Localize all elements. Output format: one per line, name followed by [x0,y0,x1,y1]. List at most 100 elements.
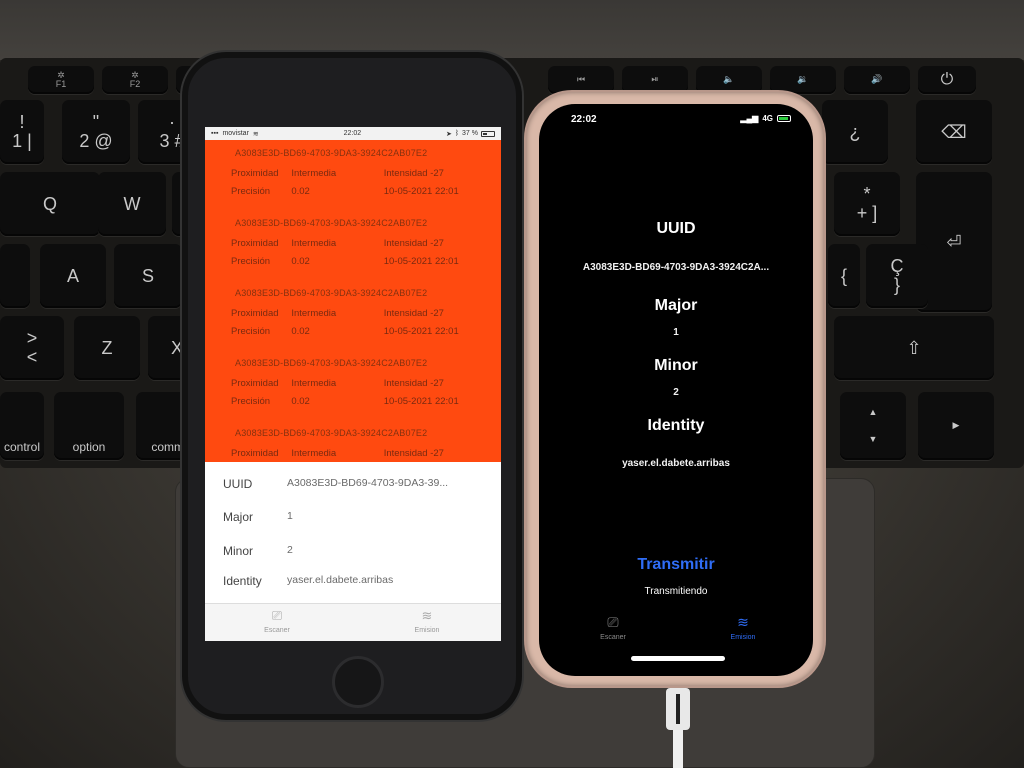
key-c-cedilla: Ç } [866,244,928,308]
tab-scanner-label: Escaner [264,627,290,634]
major-heading: Major [654,297,698,314]
tab-bar: ⎚ Escaner ≋ Emision [539,610,813,660]
uuid-row: UUID A3083E3D-BD69-4703-9DA3-39... [223,477,448,491]
tab-emission[interactable]: ≋ Emision [713,614,773,641]
proximity-value: Intermedia [291,168,337,179]
home-button[interactable] [332,656,384,708]
tab-scanner[interactable]: ⎚ Escaner [247,608,307,634]
wifi-icon: ≋ [737,614,749,630]
major-field[interactable]: 1 [287,510,293,524]
lightning-cable [666,688,690,768]
list-item[interactable]: A3083E3D-BD69-4703-9DA3-3924C2AB07E2 Pro… [205,210,501,280]
key-brace: { [828,244,860,308]
minor-label: Minor [223,544,254,558]
precision-label: Precisión [231,186,271,197]
tab-bar: ⎚ Escaner ≋ Emision [205,603,501,641]
precision-label: Precisión [231,396,271,407]
bluetooth-icon: ᛒ [454,130,460,137]
proximity-label: Proximidad [231,308,279,319]
beacon-uuid: A3083E3D-BD69-4703-9DA3-3924C2AB07E2 [235,358,428,368]
list-item[interactable]: A3083E3D-BD69-4703-9DA3-3924C2AB07E2 Pro… [205,140,501,210]
intensity-value: Intensidad -27 [383,308,444,319]
datetime-value: 10-05-2021 22:01 [383,256,459,267]
home-indicator [631,656,725,661]
uuid-field[interactable]: A3083E3D-BD69-4703-9DA3-39... [287,477,448,491]
identity-field[interactable]: yaser.el.dabete.arribas [287,574,393,588]
minor-row: Minor 2 [223,544,293,558]
proximity-value: Intermedia [291,448,337,459]
beacon-uuid: A3083E3D-BD69-4703-9DA3-3924C2AB07E2 [235,148,428,158]
tab-emission-label: Emision [414,627,440,634]
key-question: ¿ [822,100,888,164]
uuid-value: A3083E3D-BD69-4703-9DA3-3924C2A... [582,262,770,273]
key-f7: ⏮ [548,66,614,94]
transmit-button[interactable]: Transmitir [539,556,813,574]
precision-label: Precisión [231,256,271,267]
key-angle: > < [0,316,64,380]
key-f8: ⏯ [622,66,688,94]
battery-icon [480,130,495,137]
key-plus: * + ] [834,172,900,236]
scanner-icon: ⎚ [271,608,283,623]
proximity-label: Proximidad [231,238,279,249]
proximity-label: Proximidad [231,448,279,459]
list-item[interactable]: A3083E3D-BD69-4703-9DA3-3924C2AB07E2 Pro… [205,420,501,462]
key-option: option [54,392,124,460]
beacon-uuid: A3083E3D-BD69-4703-9DA3-3924C2AB07E2 [235,428,428,438]
key-2: " 2 @ [62,100,130,164]
beacon-uuid: A3083E3D-BD69-4703-9DA3-3924C2AB07E2 [235,218,428,228]
status-time: 22:02 [343,130,362,137]
network-type: 4G [762,114,773,123]
uuid-label: UUID [223,477,253,491]
emitter-config: UUID A3083E3D-BD69-4703-9DA3-39... Major 1… [205,462,501,602]
tab-emission-label: Emision [730,634,756,641]
intensity-value: Intensidad -27 [383,168,444,179]
key-up-down: ▲ ▼ [840,392,906,460]
list-item[interactable]: A3083E3D-BD69-4703-9DA3-3924C2AB07E2 Pro… [205,280,501,350]
proximity-label: Proximidad [231,378,279,389]
uuid-heading: UUID [656,220,696,237]
tab-scanner-label: Escaner [600,634,626,641]
precision-label: Precisión [231,326,271,337]
key-backspace: ⌫ [916,100,992,164]
key-1: ! 1 | [0,100,44,164]
status-bar: ▪▪▪ movistar ≋ 22:02 ➤ ᛒ 37 % [205,127,501,140]
key-caps [0,244,30,308]
battery-icon [777,115,791,122]
minor-value: 2 [673,387,679,398]
key-shift: ⇧ [834,316,994,380]
intensity-value: Intensidad -27 [383,378,444,389]
location-icon: ➤ [445,130,452,138]
precision-value: 0.02 [291,396,310,407]
phone-left-screen: ▪▪▪ movistar ≋ 22:02 ➤ ᛒ 37 % A3083E3D-BD69-… [205,127,501,641]
beacon-list[interactable]: A3083E3D-BD69-4703-9DA3-3924C2AB07E2 Pro… [205,140,501,462]
identity-value: yaser.el.dabete.arribas [622,458,730,469]
key-f9: 🔈 [696,66,762,94]
minor-heading: Minor [654,357,698,374]
proximity-label: Proximidad [231,168,279,179]
precision-value: 0.02 [291,326,310,337]
identity-row: Identity yaser.el.dabete.arribas [223,574,393,588]
identity-label: Identity [223,574,262,588]
beacon-uuid: A3083E3D-BD69-4703-9DA3-3924C2AB07E2 [235,288,428,298]
proximity-value: Intermedia [291,378,337,389]
signal-icon: ▂▄▆ [740,114,759,123]
key-z: Z [74,316,140,380]
power-key: ⏻ [918,66,976,94]
battery-percent: 37 % [462,130,478,137]
major-row: Major 1 [223,510,293,524]
major-label: Major [223,510,254,524]
identity-heading: Identity [647,417,705,434]
key-right: ▶ [918,392,994,460]
minor-field[interactable]: 2 [287,544,293,558]
scanner-icon: ⎚ [607,614,619,630]
tab-emission[interactable]: ≋ Emision [397,608,457,634]
key-f10: 🔉 [770,66,836,94]
datetime-value: 10-05-2021 22:01 [383,396,459,407]
phone-right-screen: 22:02 ▂▄▆ 4G UUID A3083E3D-BD69-4703-9DA3… [539,104,813,676]
wifi-icon: ≋ [421,608,433,623]
intensity-value: Intensidad -27 [383,448,444,459]
tab-scanner[interactable]: ⎚ Escaner [583,614,643,641]
key-q: Q [0,172,100,236]
list-item[interactable]: A3083E3D-BD69-4703-9DA3-3924C2AB07E2 Pro… [205,350,501,420]
